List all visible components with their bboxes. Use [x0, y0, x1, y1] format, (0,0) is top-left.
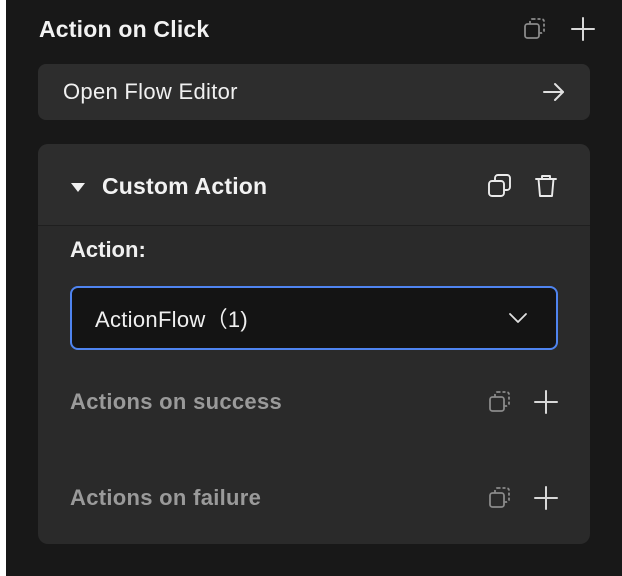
- custom-action-header[interactable]: Custom Action: [38, 144, 590, 226]
- actions-on-failure-label: Actions on failure: [70, 485, 262, 510]
- custom-action-title: Custom Action: [102, 173, 268, 199]
- actions-on-success-label: Actions on success: [70, 389, 283, 414]
- copy-icon[interactable]: [486, 172, 514, 200]
- section-header-icons: [521, 15, 599, 43]
- actions-on-failure-icons: [486, 484, 560, 512]
- duplicate-icon[interactable]: [521, 15, 549, 43]
- duplicate-icon[interactable]: [486, 388, 514, 416]
- actions-on-success-icons: [486, 388, 560, 416]
- chevron-down-icon: [504, 304, 532, 332]
- custom-action-card: Custom Action Action: ActionFlow（1) Acti…: [38, 144, 590, 544]
- trash-icon[interactable]: [532, 172, 560, 200]
- arrow-right-icon: [540, 78, 568, 106]
- duplicate-icon[interactable]: [486, 484, 514, 512]
- plus-icon[interactable]: [569, 15, 597, 43]
- actions-on-success-row: Actions on success: [70, 384, 560, 420]
- open-flow-editor-button[interactable]: Open Flow Editor: [38, 64, 590, 120]
- custom-action-header-icons: [486, 172, 560, 200]
- action-select[interactable]: ActionFlow（1): [70, 286, 558, 350]
- action-select-value: ActionFlow（1): [95, 307, 249, 332]
- actions-on-failure-row: Actions on failure: [70, 480, 560, 516]
- plus-icon[interactable]: [532, 388, 560, 416]
- collapse-caret-icon[interactable]: [70, 181, 86, 199]
- section-header: Action on Click: [39, 12, 599, 46]
- open-flow-editor-label: Open Flow Editor: [63, 79, 238, 104]
- action-panel: Action on Click Open Flow Editor Custom …: [6, 0, 622, 576]
- action-label: Action:: [70, 237, 146, 262]
- section-title: Action on Click: [39, 15, 210, 42]
- plus-icon[interactable]: [532, 484, 560, 512]
